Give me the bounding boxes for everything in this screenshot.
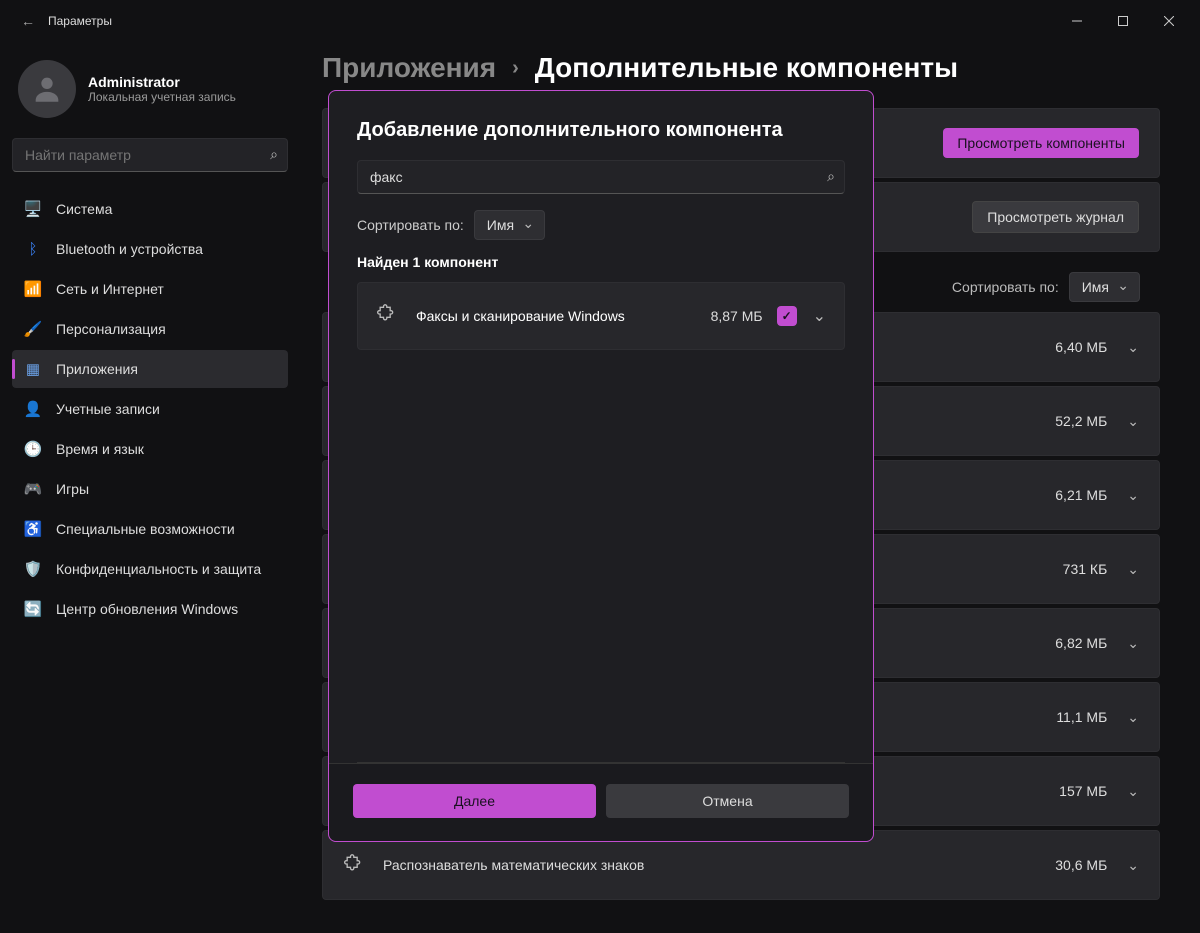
feature-name: Распознаватель математических знаков [383,857,644,873]
sidebar-item-accessibility[interactable]: ♿ Специальные возможности [12,510,288,548]
sidebar-item-personalization[interactable]: 🖌️ Персонализация [12,310,288,348]
modal-sort-row: Сортировать по: Имя [357,210,845,240]
user-name: Administrator [88,74,236,90]
sidebar-item-label: Bluetooth и устройства [56,241,203,257]
titlebar: ← Параметры [0,0,1200,42]
breadcrumb: Приложения › Дополнительные компоненты [322,52,1160,84]
sidebar-search: ⌕ [12,138,288,172]
minimize-button[interactable] [1054,5,1100,37]
chevron-down-icon[interactable]: ⌄ [1127,783,1139,800]
search-icon: ⌕ [270,146,278,163]
cancel-button[interactable]: Отмена [606,784,849,818]
sidebar-item-privacy[interactable]: 🛡️ Конфиденциальность и защита [12,550,288,588]
add-feature-modal: Добавление дополнительного компонента ⌕ … [328,90,874,842]
chevron-down-icon[interactable]: ⌄ [1127,709,1139,726]
modal-search-input[interactable] [357,160,845,194]
apps-icon: ▦ [24,360,42,378]
sidebar: Administrator Локальная учетная запись ⌕… [0,42,300,933]
sidebar-item-label: Специальные возможности [56,521,235,537]
sidebar-item-label: Учетные записи [56,401,160,417]
puzzle-icon [343,854,365,877]
feature-size: 8,87 МБ [711,308,763,324]
accessibility-icon: ♿ [24,520,42,538]
feature-size: 30,6 МБ [1055,857,1107,873]
view-components-button[interactable]: Просмотреть компоненты [943,128,1139,158]
modal-footer: Далее Отмена [329,763,873,841]
wifi-icon: 📶 [24,280,42,298]
sidebar-item-label: Игры [56,481,89,497]
clock-icon: 🕒 [24,440,42,458]
found-label: Найден 1 компонент [357,254,845,270]
brush-icon: 🖌️ [24,320,42,338]
chevron-down-icon[interactable]: ⌄ [1127,635,1139,652]
feature-checkbox[interactable]: ✓ [777,306,797,326]
feature-size: 52,2 МБ [1055,413,1107,429]
person-icon: 👤 [24,400,42,418]
modal-search: ⌕ [357,160,845,194]
sidebar-item-accounts[interactable]: 👤 Учетные записи [12,390,288,428]
feature-size: 157 МБ [1059,783,1107,799]
sidebar-item-label: Конфиденциальность и защита [56,561,261,577]
sidebar-item-label: Приложения [56,361,138,377]
chevron-down-icon[interactable]: ⌄ [1127,413,1139,430]
breadcrumb-parent[interactable]: Приложения [322,52,496,84]
user-subtitle: Локальная учетная запись [88,90,236,104]
nav: 🖥️ Система ᛒ Bluetooth и устройства 📶 Сеть … [12,190,288,628]
sort-label: Сортировать по: [952,279,1059,295]
search-input[interactable] [12,138,288,172]
back-button[interactable]: ← [8,13,48,29]
chevron-down-icon[interactable]: ⌄ [813,306,826,326]
view-log-button[interactable]: Просмотреть журнал [972,201,1139,233]
puzzle-icon [376,304,398,329]
avatar [18,60,76,118]
display-icon: 🖥️ [24,200,42,218]
feature-size: 6,40 МБ [1055,339,1107,355]
sidebar-item-label: Центр обновления Windows [56,601,238,617]
bluetooth-icon: ᛒ [24,240,42,258]
sidebar-item-label: Система [56,201,112,217]
feature-name: Факсы и сканирование Windows [416,308,625,324]
sidebar-item-label: Персонализация [56,321,166,337]
update-icon: 🔄 [24,600,42,618]
shield-icon: 🛡️ [24,560,42,578]
maximize-button[interactable] [1100,5,1146,37]
close-button[interactable] [1146,5,1192,37]
sort-dropdown[interactable]: Имя [1069,272,1140,302]
gamepad-icon: 🎮 [24,480,42,498]
window-title: Параметры [48,14,112,28]
chevron-down-icon[interactable]: ⌄ [1127,339,1139,356]
modal-sort-label: Сортировать по: [357,217,464,233]
breadcrumb-current: Дополнительные компоненты [535,52,958,84]
feature-size: 6,21 МБ [1055,487,1107,503]
sidebar-item-system[interactable]: 🖥️ Система [12,190,288,228]
chevron-right-icon: › [512,57,519,80]
modal-sort-dropdown[interactable]: Имя [474,210,545,240]
feature-size: 6,82 МБ [1055,635,1107,651]
chevron-down-icon[interactable]: ⌄ [1127,561,1139,578]
sidebar-item-windows-update[interactable]: 🔄 Центр обновления Windows [12,590,288,628]
sidebar-item-label: Время и язык [56,441,144,457]
next-button[interactable]: Далее [353,784,596,818]
chevron-down-icon[interactable]: ⌄ [1127,857,1139,874]
sidebar-item-network[interactable]: 📶 Сеть и Интернет [12,270,288,308]
feature-item[interactable]: Факсы и сканирование Windows 8,87 МБ ✓ ⌄ [357,282,845,350]
sidebar-item-apps[interactable]: ▦ Приложения [12,350,288,388]
modal-title: Добавление дополнительного компонента [357,119,845,142]
feature-size: 731 КБ [1063,561,1108,577]
feature-size: 11,1 МБ [1056,709,1107,725]
sidebar-item-label: Сеть и Интернет [56,281,164,297]
user-block[interactable]: Administrator Локальная учетная запись [12,42,288,138]
chevron-down-icon[interactable]: ⌄ [1127,487,1139,504]
sidebar-item-gaming[interactable]: 🎮 Игры [12,470,288,508]
sidebar-item-time-language[interactable]: 🕒 Время и язык [12,430,288,468]
search-icon: ⌕ [827,168,835,185]
sidebar-item-bluetooth[interactable]: ᛒ Bluetooth и устройства [12,230,288,268]
